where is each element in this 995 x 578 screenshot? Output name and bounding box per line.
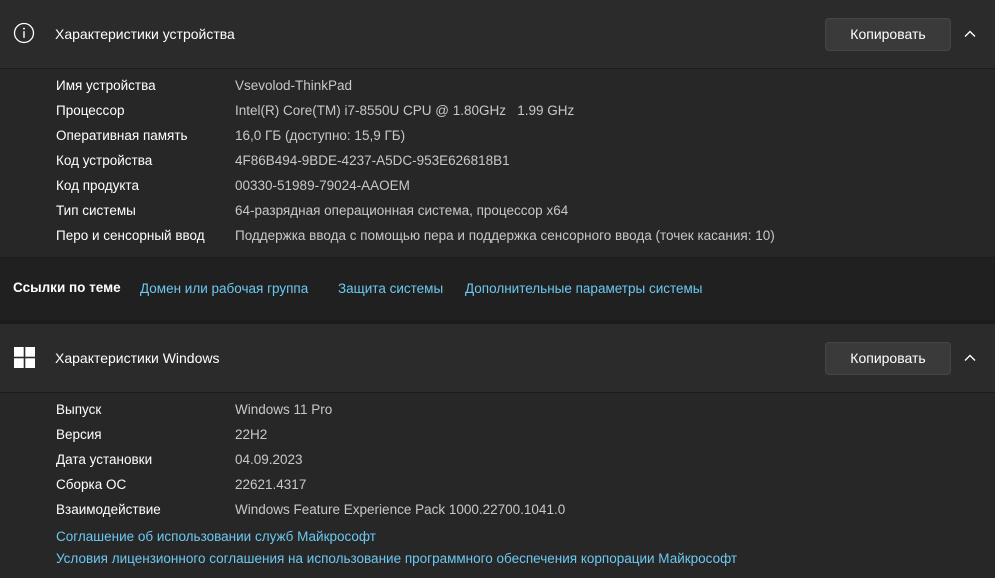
windows-specs-body: Выпуск Windows 11 Pro Версия 22H2 Дата у… xyxy=(0,393,995,578)
link-system-protection[interactable]: Защита системы xyxy=(338,281,443,296)
spec-label: Выпуск xyxy=(56,402,102,417)
device-specs-body: Имя устройства Vsevolod-ThinkPad Процесс… xyxy=(0,69,995,257)
windows-specs-title: Характеристики Windows xyxy=(55,350,220,366)
copy-device-specs-button[interactable]: Копировать xyxy=(825,18,951,51)
spec-label: Код устройства xyxy=(56,153,153,168)
copy-windows-specs-button[interactable]: Копировать xyxy=(825,342,951,375)
spec-row-ram: Оперативная память 16,0 ГБ (доступно: 15… xyxy=(0,128,995,148)
device-specs-header[interactable]: Характеристики устройства Копировать xyxy=(0,0,995,68)
spec-value: Vsevolod-ThinkPad xyxy=(235,78,353,93)
spec-label: Перо и сенсорный ввод xyxy=(56,228,205,243)
spec-value: 04.09.2023 xyxy=(235,452,303,467)
spec-label: Код продукта xyxy=(56,178,139,193)
spec-label: Дата установки xyxy=(56,452,153,467)
spec-value: Поддержка ввода с помощью пера и поддерж… xyxy=(235,228,775,243)
spec-row-install-date: Дата установки 04.09.2023 xyxy=(0,452,995,472)
link-license-terms[interactable]: Условия лицензионного соглашения на испо… xyxy=(56,551,737,566)
spec-row-system-type: Тип системы 64-разрядная операционная си… xyxy=(0,203,995,223)
spec-value: 22621.4317 xyxy=(235,477,307,492)
info-icon xyxy=(13,22,35,44)
windows-specs-header[interactable]: Характеристики Windows Копировать xyxy=(0,324,995,392)
spec-row-version: Версия 22H2 xyxy=(0,427,995,447)
windows-logo-icon xyxy=(14,347,35,368)
spec-value: 64-разрядная операционная система, проце… xyxy=(235,203,569,218)
link-services-agreement[interactable]: Соглашение об использовании служб Майкро… xyxy=(56,529,376,544)
spec-value: 16,0 ГБ (доступно: 15,9 ГБ) xyxy=(235,128,406,143)
spec-label: Взаимодействие xyxy=(56,502,161,517)
spec-value: Intel(R) Core(TM) i7-8550U CPU @ 1.80GHz… xyxy=(235,103,575,118)
link-domain-workgroup[interactable]: Домен или рабочая группа xyxy=(140,281,308,296)
spec-value: 22H2 xyxy=(235,427,268,442)
spec-label: Оперативная память xyxy=(56,128,188,143)
spec-row-os-build: Сборка ОС 22621.4317 xyxy=(0,477,995,497)
chevron-up-icon[interactable] xyxy=(961,349,979,367)
spec-label: Процессор xyxy=(56,103,125,118)
spec-label: Имя устройства xyxy=(56,78,156,93)
spec-row-pen-touch: Перо и сенсорный ввод Поддержка ввода с … xyxy=(0,228,995,248)
spec-row-processor: Процессор Intel(R) Core(TM) i7-8550U CPU… xyxy=(0,103,995,123)
related-links-bar: Ссылки по теме Домен или рабочая группа … xyxy=(0,258,995,320)
chevron-up-icon[interactable] xyxy=(961,25,979,43)
spec-row-edition: Выпуск Windows 11 Pro xyxy=(0,402,995,422)
spec-row-product-id: Код продукта 00330-51989-79024-AAOEM xyxy=(0,178,995,198)
device-specs-title: Характеристики устройства xyxy=(55,26,235,42)
spec-value: Windows 11 Pro xyxy=(235,402,333,417)
related-links-title: Ссылки по теме xyxy=(13,280,121,295)
spec-value: Windows Feature Experience Pack 1000.227… xyxy=(235,502,566,517)
spec-label: Версия xyxy=(56,427,102,442)
spec-row-device-name: Имя устройства Vsevolod-ThinkPad xyxy=(0,78,995,98)
link-advanced-system-settings[interactable]: Дополнительные параметры системы xyxy=(465,281,703,296)
spec-value: 00330-51989-79024-AAOEM xyxy=(235,178,410,193)
spec-label: Сборка ОС xyxy=(56,477,127,492)
spec-row-device-id: Код устройства 4F86B494-9BDE-4237-A5DC-9… xyxy=(0,153,995,173)
spec-row-experience: Взаимодействие Windows Feature Experienc… xyxy=(0,502,995,522)
spec-value: 4F86B494-9BDE-4237-A5DC-953E626818B1 xyxy=(235,153,510,168)
spec-label: Тип системы xyxy=(56,203,136,218)
